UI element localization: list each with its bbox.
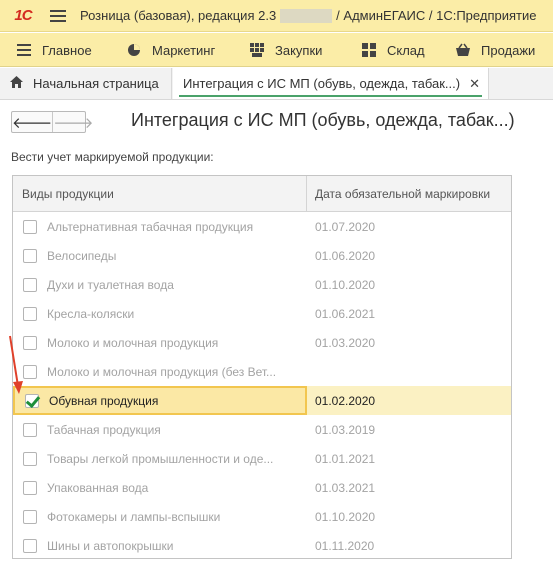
checkbox[interactable]: [23, 538, 37, 553]
table-row[interactable]: Велосипеды 01.06.2020: [13, 241, 511, 270]
mandatory-date-cell: 01.03.2021: [315, 480, 376, 495]
product-type-name: Обувная продукция: [49, 393, 159, 408]
checkbox[interactable]: [23, 219, 37, 234]
product-type-cell[interactable]: Альтернативная табачная продукция: [13, 212, 307, 241]
redacted-block: [280, 8, 333, 23]
product-type-cell[interactable]: Молоко и молочная продукция (без Вет...: [13, 357, 307, 386]
section-warehouse[interactable]: Склад: [361, 33, 425, 67]
mandatory-date-cell: 01.11.2020: [315, 538, 375, 553]
section-sales[interactable]: Продажи: [455, 33, 535, 67]
forward-button[interactable]: 🡒: [53, 112, 93, 132]
checkbox[interactable]: [23, 422, 37, 437]
product-type-name: Велосипеды: [47, 248, 117, 263]
mandatory-date-cell: 01.06.2020: [315, 248, 376, 263]
table-row[interactable]: Фотокамеры и лампы-вспышки 01.10.2020: [13, 502, 511, 531]
mandatory-date-cell: 01.06.2021: [315, 306, 376, 321]
app-title: Розница (базовая), редакция 2.3 / АдминЕ…: [80, 8, 536, 23]
checkbox[interactable]: [23, 248, 37, 263]
product-type-cell[interactable]: Шины и автопокрышки: [13, 531, 307, 558]
column-header-product-type[interactable]: Виды продукции: [13, 176, 307, 211]
product-type-name: Шины и автопокрышки: [47, 538, 174, 553]
tab-integration[interactable]: Интеграция с ИС МП (обувь, одежда, табак…: [173, 68, 489, 99]
mandatory-date-cell: 01.01.2021: [315, 451, 376, 466]
column-header-mandatory-date[interactable]: Дата обязательной маркировки: [307, 176, 511, 211]
checkbox[interactable]: [23, 509, 37, 524]
product-type-name: Кресла-коляски: [47, 306, 135, 321]
1c-logo: 1С: [14, 7, 32, 24]
table-row[interactable]: Духи и туалетная вода 01.10.2020: [13, 270, 511, 299]
product-type-name: Альтернативная табачная продукция: [47, 219, 254, 234]
table-row[interactable]: Шины и автопокрышки 01.11.2020: [13, 531, 511, 558]
pie-chart-icon: [126, 42, 142, 58]
section-marketing[interactable]: Маркетинг: [126, 33, 215, 67]
product-type-cell[interactable]: Табачная продукция: [13, 415, 307, 444]
sections-panel: Главное Маркетинг Закупки Склад Продажи: [0, 33, 553, 67]
mandatory-date-cell: [307, 357, 511, 386]
table-header: Виды продукции Дата обязательной маркиро…: [13, 176, 511, 212]
product-type-name: Упакованная вода: [47, 480, 149, 495]
product-type-cell[interactable]: Велосипеды: [13, 241, 307, 270]
mandatory-date-cell: 01.10.2020: [315, 509, 376, 524]
product-type-cell[interactable]: Духи и туалетная вода: [13, 270, 307, 299]
home-icon: [10, 76, 23, 91]
product-type-name: Молоко и молочная продукция (без Вет...: [47, 364, 277, 379]
product-type-name: Молоко и молочная продукция: [47, 335, 219, 350]
basket-icon: [455, 42, 471, 58]
table-row[interactable]: Товары легкой промышленности и оде... 01.…: [13, 444, 511, 473]
product-type-cell[interactable]: Фотокамеры и лампы-вспышки: [13, 502, 307, 531]
warehouse-icon: [361, 42, 377, 58]
app-title-right: / АдминЕГАИС / 1С:Предприятие: [336, 8, 537, 23]
back-button[interactable]: 🡐: [12, 112, 54, 132]
mandatory-date-cell: 01.02.2020: [315, 393, 376, 408]
hamburger-icon: [16, 42, 32, 58]
checkbox[interactable]: [23, 277, 37, 292]
table-row[interactable]: Обувная продукция 01.02.2020: [13, 386, 511, 415]
title-bar: 1С Розница (базовая), редакция 2.3 / Адм…: [0, 0, 553, 32]
mandatory-date-cell: 01.03.2019: [315, 422, 376, 437]
tab-home[interactable]: Начальная страница: [0, 68, 172, 99]
product-type-cell[interactable]: Товары легкой промышленности и оде...: [13, 444, 307, 473]
table-row[interactable]: Кресла-коляски 01.06.2021: [13, 299, 511, 328]
table-row[interactable]: Молоко и молочная продукция (без Вет...: [13, 357, 511, 386]
mandatory-date-cell: 01.07.2020: [315, 219, 376, 234]
table-row[interactable]: Альтернативная табачная продукция 01.07.2…: [13, 212, 511, 241]
app-title-left: Розница (базовая), редакция 2.3: [80, 8, 277, 23]
table-row[interactable]: Табачная продукция 01.03.2019: [13, 415, 511, 444]
product-type-name: Фотокамеры и лампы-вспышки: [47, 509, 221, 524]
table-row[interactable]: Упакованная вода 01.03.2021: [13, 473, 511, 502]
product-type-cell[interactable]: Кресла-коляски: [13, 299, 307, 328]
product-type-name: Духи и туалетная вода: [47, 277, 174, 292]
product-types-table: Виды продукции Дата обязательной маркиро…: [12, 175, 512, 559]
mandatory-date-cell: 01.10.2020: [315, 277, 376, 292]
section-main[interactable]: Главное: [16, 33, 92, 67]
annotation-arrow-icon: [9, 335, 23, 394]
caption-label: Вести учет маркируемой продукции:: [11, 150, 214, 164]
section-purchases[interactable]: Закупки: [249, 33, 322, 67]
checkbox[interactable]: [23, 480, 37, 495]
arrow-right-icon: 🡒: [53, 114, 94, 132]
grid-icon: [249, 42, 265, 58]
mandatory-date-cell: 01.03.2020: [315, 335, 376, 350]
navigation-buttons: 🡐 🡒: [11, 111, 93, 133]
product-type-name: Табачная продукция: [47, 422, 161, 437]
product-type-cell[interactable]: Молоко и молочная продукция: [13, 328, 307, 357]
hamburger-menu-icon[interactable]: [50, 9, 66, 22]
product-type-cell[interactable]: Обувная продукция: [13, 386, 307, 415]
arrow-left-icon: 🡐: [12, 114, 53, 132]
table-row[interactable]: Молоко и молочная продукция 01.03.2020: [13, 328, 511, 357]
checkbox[interactable]: [23, 306, 37, 321]
product-type-name: Товары легкой промышленности и оде...: [47, 451, 274, 466]
page-title: Интеграция с ИС МП (обувь, одежда, табак…: [131, 110, 515, 130]
tabs-bar: Начальная страница Интеграция с ИС МП (о…: [0, 68, 553, 100]
close-icon[interactable]: ✕: [469, 76, 480, 92]
checkbox[interactable]: [23, 451, 37, 466]
product-type-cell[interactable]: Упакованная вода: [13, 473, 307, 502]
table-body: Альтернативная табачная продукция 01.07.2…: [13, 212, 511, 558]
